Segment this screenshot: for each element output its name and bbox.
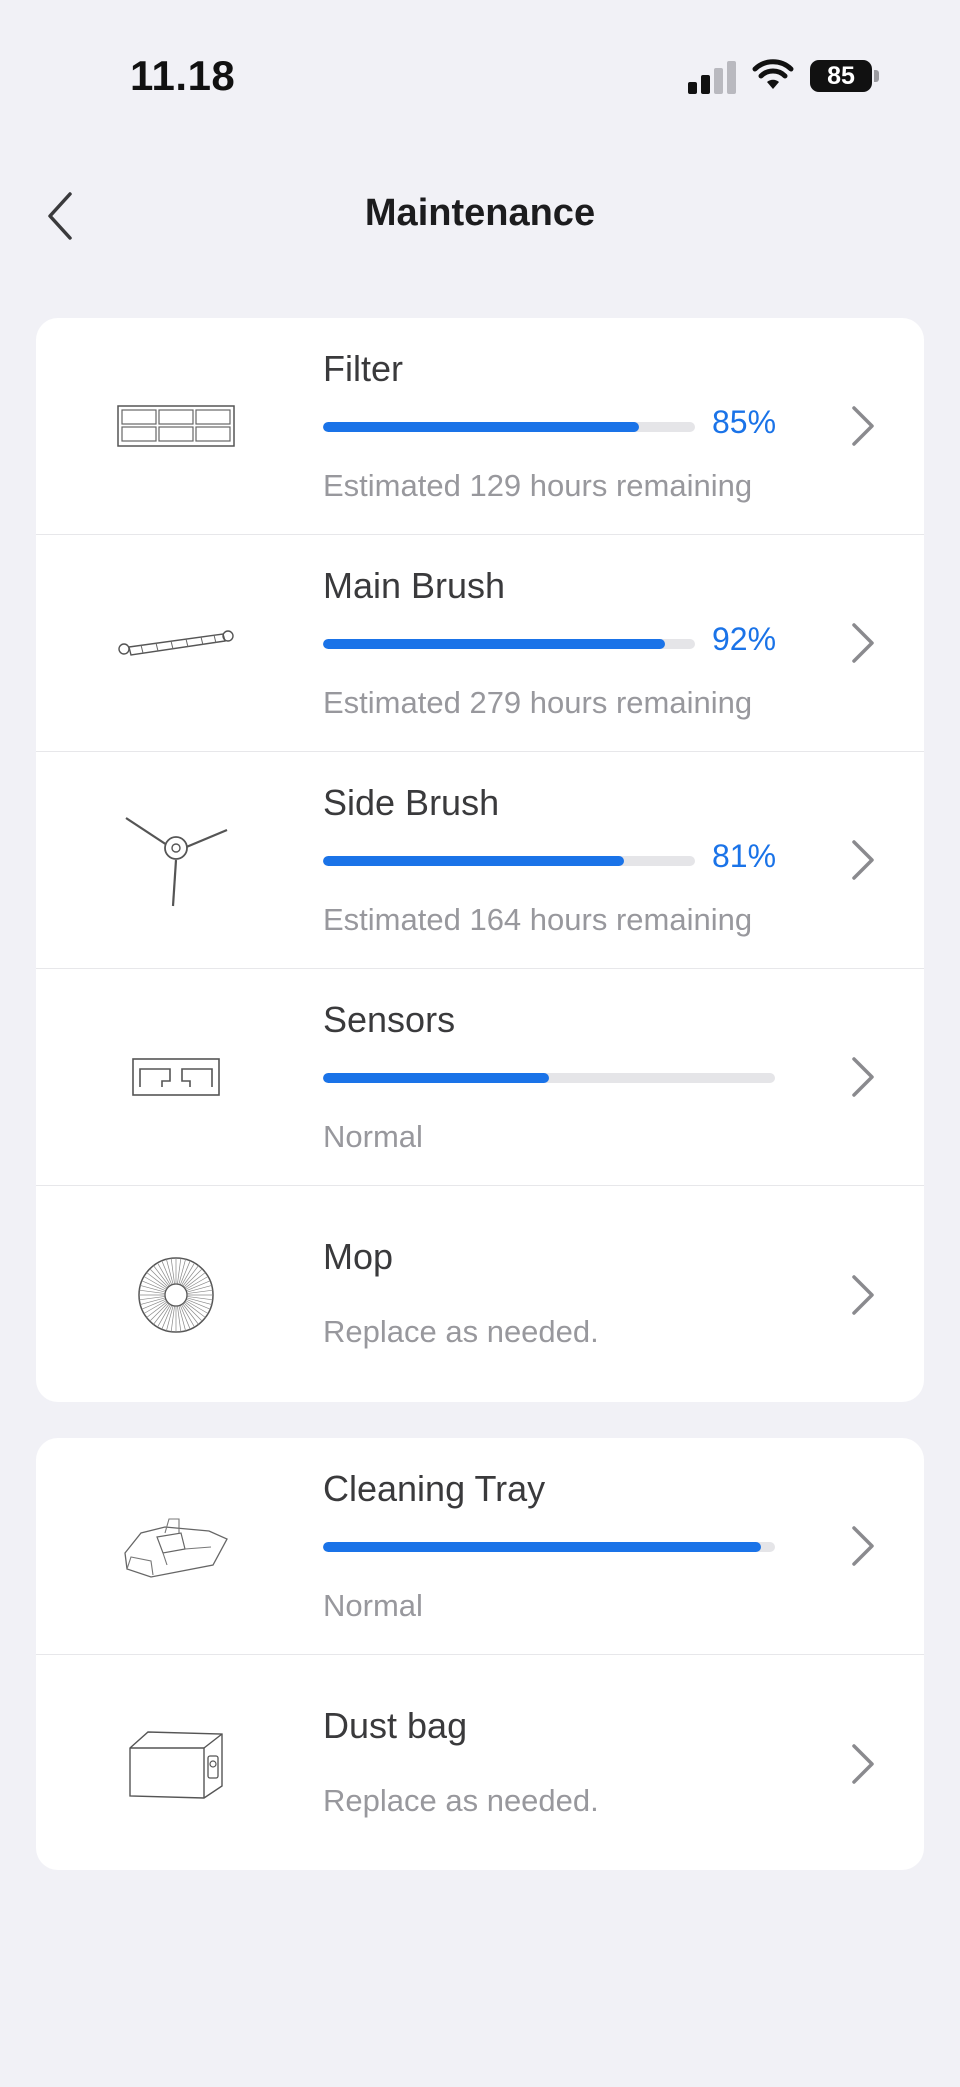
chevron-right-icon <box>852 1526 874 1566</box>
mop-icon <box>111 1240 241 1350</box>
chevron-right-icon <box>852 623 874 663</box>
item-name: Side Brush <box>323 782 500 823</box>
nav-bar: Maintenance <box>0 170 960 260</box>
list-item-cleaning-tray[interactable]: Cleaning Tray Normal <box>36 1438 924 1655</box>
cleaning-tray-icon <box>111 1491 241 1601</box>
item-subtitle: Estimated 164 hours remaining <box>323 902 753 937</box>
chevron-right-icon <box>852 1743 874 1784</box>
chevron-right-icon <box>852 406 874 446</box>
status-time: 11.18 <box>130 52 236 99</box>
dust-bag-icon <box>111 1709 241 1819</box>
list-item-filter[interactable]: Filter 85% Estimated 129 hours remaining <box>36 318 924 535</box>
list-item-mop[interactable]: Mop Replace as needed. <box>36 1186 924 1402</box>
item-name: Sensors <box>323 999 456 1040</box>
sensors-icon <box>111 1022 241 1132</box>
progress-bar <box>323 639 695 649</box>
chevron-right-icon <box>852 1274 874 1315</box>
percent-label: 85% <box>712 404 777 440</box>
list-item-sensors[interactable]: Sensors Normal <box>36 969 924 1186</box>
maintenance-card-primary: Filter 85% Estimated 129 hours remaining… <box>36 318 924 1402</box>
progress-fill <box>323 422 640 432</box>
progress-fill <box>323 1073 549 1083</box>
side-brush-icon <box>111 805 241 915</box>
maintenance-card-station: Cleaning Tray Normal Dust bag Replace as… <box>36 1438 924 1870</box>
status-bar: 11.18 85 <box>0 0 960 150</box>
progress-bar <box>323 422 695 432</box>
item-subtitle: Normal <box>323 1119 423 1154</box>
item-subtitle: Estimated 279 hours remaining <box>323 685 753 720</box>
item-name: Dust bag <box>323 1705 468 1746</box>
list-item-side-brush[interactable]: Side Brush 81% Estimated 164 hours remai… <box>36 752 924 969</box>
page-title: Maintenance <box>364 192 596 234</box>
percent-label: 92% <box>712 621 777 657</box>
item-subtitle: Estimated 129 hours remaining <box>323 468 753 503</box>
list-item-dust-bag[interactable]: Dust bag Replace as needed. <box>36 1655 924 1870</box>
item-subtitle: Normal <box>323 1588 423 1623</box>
item-subtitle: Replace as needed. <box>323 1314 599 1349</box>
progress-fill <box>323 639 666 649</box>
progress-fill <box>323 856 625 866</box>
wifi-icon <box>752 59 794 89</box>
progress-fill <box>323 1542 762 1552</box>
cellular-signal-icon <box>688 60 736 94</box>
battery-nub <box>874 70 879 82</box>
progress-bar <box>323 1542 775 1552</box>
battery-indicator: 85 <box>810 60 872 92</box>
chevron-right-icon <box>852 1057 874 1097</box>
filter-icon <box>111 371 241 481</box>
item-subtitle: Replace as needed. <box>323 1783 599 1818</box>
progress-bar <box>323 1073 775 1083</box>
main-brush-icon <box>111 588 241 698</box>
item-name: Cleaning Tray <box>323 1468 546 1509</box>
chevron-right-icon <box>852 840 874 880</box>
item-name: Mop <box>323 1236 394 1277</box>
item-name: Main Brush <box>323 565 506 606</box>
percent-label: 81% <box>712 838 777 874</box>
item-name: Filter <box>323 348 403 389</box>
list-item-main-brush[interactable]: Main Brush 92% Estimated 279 hours remai… <box>36 535 924 752</box>
progress-bar <box>323 856 695 866</box>
